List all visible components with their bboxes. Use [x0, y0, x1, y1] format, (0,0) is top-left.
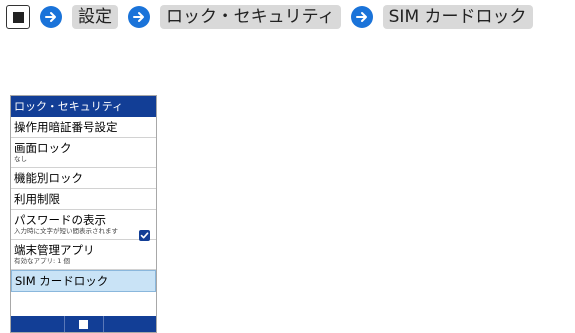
arrow-right-icon — [350, 6, 373, 28]
softkey-right[interactable] — [104, 316, 157, 332]
menu-item-device-admin-apps[interactable]: 端末管理アプリ 有効なアプリ: 1 個 — [11, 240, 156, 270]
softkey-bar — [11, 316, 156, 332]
arrow-right-icon — [40, 6, 62, 28]
arrow-right-icon — [128, 6, 150, 28]
center-key-icon — [6, 5, 30, 29]
menu-item-operation-pin[interactable]: 操作用暗証番号設定 — [11, 117, 156, 138]
menu-item-label: 画面ロック — [14, 141, 72, 155]
settings-menu: 操作用暗証番号設定 画面ロック なし 機能別ロック 利用制限 パスワードの表示 … — [11, 117, 156, 292]
breadcrumb-step-lock-security: ロック・セキュリティ — [160, 5, 341, 29]
menu-item-summary: 有効なアプリ: 1 個 — [14, 257, 70, 265]
breadcrumb-step-settings: 設定 — [72, 5, 118, 29]
menu-item-show-password[interactable]: パスワードの表示 入力時に文字が短い間表示されます — [11, 210, 156, 241]
menu-item-screen-lock[interactable]: 画面ロック なし — [11, 138, 156, 168]
menu-item-label: パスワードの表示 — [14, 213, 106, 227]
breadcrumb-step-sim-card-lock: SIM カードロック — [382, 5, 533, 29]
square-key-icon — [79, 319, 88, 329]
menu-item-label: SIM カードロック — [15, 274, 109, 288]
softkey-left[interactable] — [11, 316, 64, 332]
menu-item-label: 操作用暗証番号設定 — [14, 120, 118, 134]
phone-screen: ロック・セキュリティ 操作用暗証番号設定 画面ロック なし 機能別ロック 利用制… — [10, 95, 157, 333]
softkey-center[interactable] — [63, 316, 104, 332]
menu-item-label: 機能別ロック — [14, 171, 83, 185]
menu-item-summary: 入力時に文字が短い間表示されます — [14, 227, 118, 235]
menu-item-summary: なし — [14, 155, 27, 163]
menu-item-label: 利用制限 — [14, 192, 60, 206]
menu-item-function-lock[interactable]: 機能別ロック — [11, 168, 156, 189]
menu-item-label: 端末管理アプリ — [14, 243, 95, 257]
menu-item-usage-restriction[interactable]: 利用制限 — [11, 189, 156, 210]
screen-title: ロック・セキュリティ — [11, 96, 156, 117]
breadcrumb: 設定 ロック・セキュリティ SIM カードロック — [6, 5, 571, 29]
menu-item-sim-card-lock[interactable]: SIM カードロック — [11, 270, 156, 292]
